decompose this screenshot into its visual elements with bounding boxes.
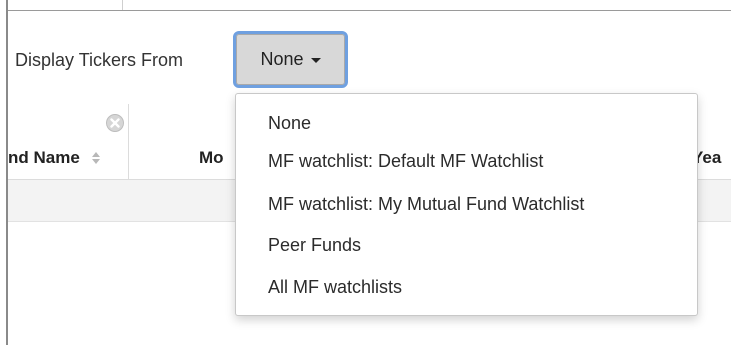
- menu-item-none[interactable]: None: [268, 113, 311, 134]
- tickers-source-select[interactable]: None: [233, 31, 348, 88]
- column-header-fund-name[interactable]: nd Name: [8, 148, 101, 168]
- top-divider: [8, 10, 731, 11]
- caret-down-icon: [310, 58, 321, 63]
- menu-item-peer-funds[interactable]: Peer Funds: [268, 235, 361, 256]
- display-tickers-label: Display Tickers From: [15, 50, 184, 70]
- select-value: None: [260, 49, 304, 69]
- column-header-label: nd Name: [8, 148, 80, 167]
- menu-item-all-mf-watchlists[interactable]: All MF watchlists: [268, 277, 402, 298]
- column-separator: [128, 104, 129, 180]
- sort-arrows-icon[interactable]: [91, 151, 101, 165]
- menu-item-default-mf-watchlist[interactable]: MF watchlist: Default MF Watchlist: [268, 151, 543, 172]
- tickers-source-menu: None MF watchlist: Default MF Watchlist …: [235, 93, 698, 316]
- column-header-morningstar[interactable]: Mo: [199, 148, 224, 168]
- menu-item-my-mutual-fund-watchlist[interactable]: MF watchlist: My Mutual Fund Watchlist: [268, 194, 584, 215]
- remove-column-icon[interactable]: [105, 113, 125, 133]
